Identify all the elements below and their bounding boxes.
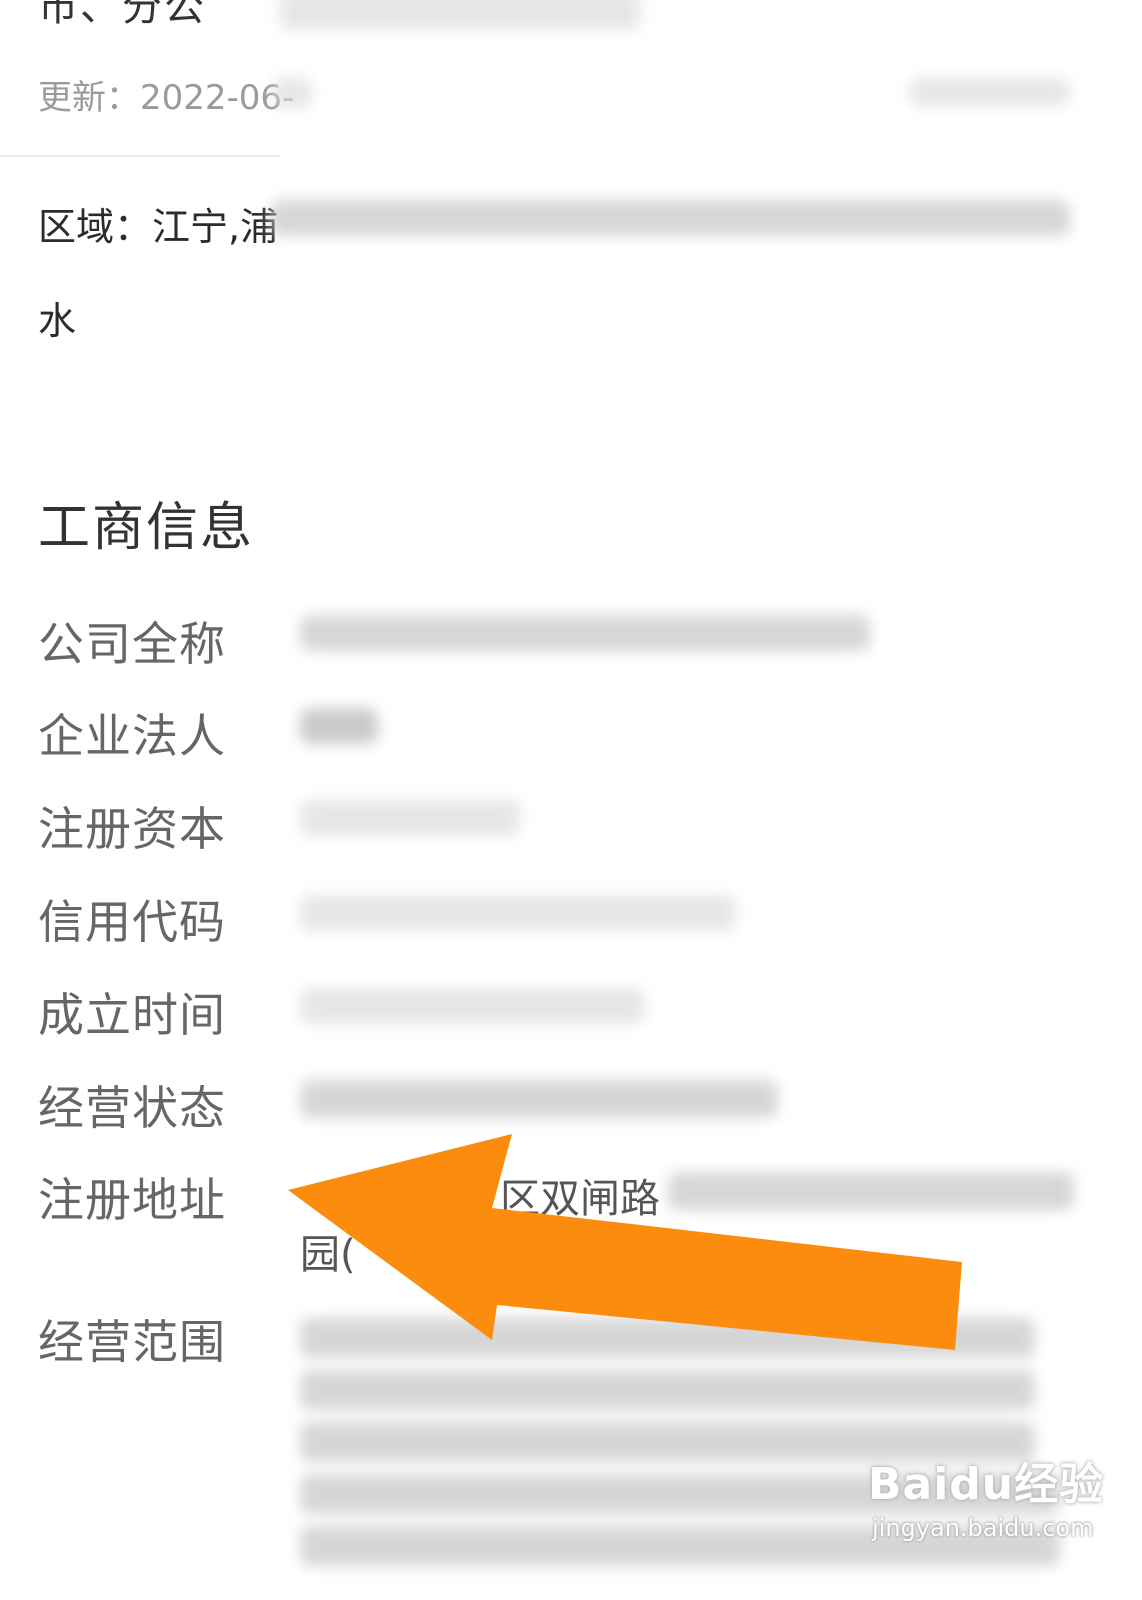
address-fragment-2: 园( — [300, 1232, 356, 1278]
label-registered-capital: 注册资本 — [38, 802, 226, 856]
section-title-business-info: 工商信息 — [38, 498, 255, 558]
address-fragment-1: 区双闸路 — [500, 1176, 660, 1222]
article-title-fragment: 市、分公 — [38, 0, 206, 30]
label-legal-rep: 企业法人 — [38, 709, 226, 763]
blur-established-time — [300, 988, 645, 1024]
baidu-jingyan-watermark: Baidu经验 jingyan.baidu.com — [868, 1448, 1104, 1542]
region-text-wrap: 水 — [38, 299, 77, 343]
update-timestamp: 更新：2022-06- — [38, 78, 295, 118]
blur-views — [910, 78, 1070, 106]
blur-business-scope-1 — [300, 1318, 1035, 1358]
header-divider — [0, 155, 280, 157]
blur-company-name — [300, 615, 870, 651]
blur-registered-capital — [300, 800, 520, 836]
blur-address-rest — [668, 1172, 1074, 1210]
region-text: 区域：江宁,浦 — [38, 205, 279, 249]
label-credit-code: 信用代码 — [38, 895, 226, 949]
blur-region-rest — [270, 200, 1070, 236]
label-operating-status: 经营状态 — [38, 1081, 226, 1135]
watermark-brand: Baidu经验 — [868, 1459, 1105, 1510]
watermark-url: jingyan.baidu.com — [872, 1514, 1094, 1542]
label-registered-address: 注册地址 — [38, 1173, 226, 1227]
blur-legal-rep — [300, 708, 378, 744]
blur-operating-status — [300, 1080, 778, 1118]
label-company-name: 公司全称 — [38, 617, 226, 671]
blur-business-scope-2 — [300, 1370, 1035, 1410]
label-business-scope: 经营范围 — [38, 1315, 226, 1369]
blur-credit-code — [300, 895, 736, 931]
blur-title-rest — [280, 0, 640, 30]
blur-update-rest — [272, 78, 312, 108]
label-established-time: 成立时间 — [38, 988, 226, 1042]
